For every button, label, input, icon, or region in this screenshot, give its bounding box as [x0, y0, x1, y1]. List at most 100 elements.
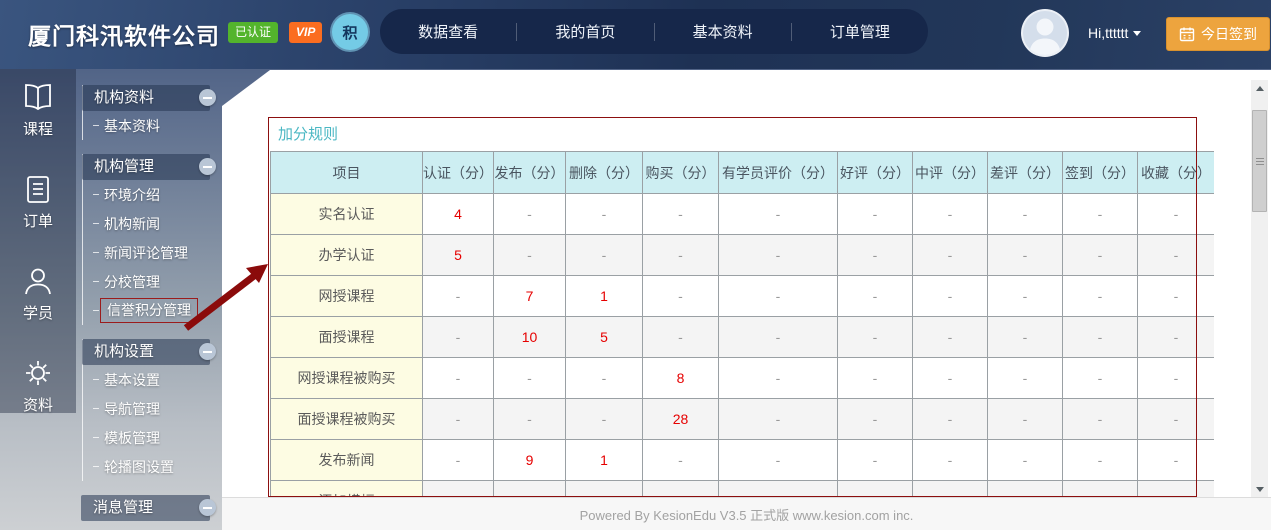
vertical-scrollbar[interactable]	[1251, 80, 1268, 497]
sidebar-item-basic-settings[interactable]: 基本设置	[83, 365, 210, 394]
table-row: 面授课程被购买 - - -28- - - - - -	[270, 398, 1214, 440]
footer-text: Powered By KesionEdu V3.5 正式版 www.kesion…	[579, 507, 914, 523]
table-row: 面授课程 -10 5- - - - - - -	[270, 316, 1214, 358]
chevron-down-icon	[1133, 30, 1142, 36]
collapse-minus-icon[interactable]	[199, 89, 216, 106]
rail-item-label: 课程	[22, 121, 53, 138]
value-cell: -	[642, 439, 719, 481]
value-cell: -	[493, 193, 566, 235]
value-cell: -	[1062, 398, 1138, 440]
sidebar-group-org-info: 机构资料 基本资料	[82, 85, 216, 140]
table-row: 实名认证 4- - - - - - - - -	[270, 193, 1214, 235]
value-cell: -	[422, 480, 494, 497]
rail-item-label: 学员	[22, 305, 53, 322]
value-cell: -	[422, 316, 494, 358]
sidebar-item-nav-manage[interactable]: 导航管理	[83, 394, 210, 423]
value-cell: -	[642, 275, 719, 317]
user-menu[interactable]: Hi,tttttt	[1088, 25, 1142, 41]
value-cell: -	[1062, 357, 1138, 399]
value-cell: -	[837, 316, 913, 358]
verified-badge: 已认证	[228, 22, 279, 43]
scroll-up-button[interactable]	[1251, 80, 1268, 96]
sidebar-group-org-manage: 机构管理 环境介绍 机构新闻 新闻评论管理 分校管理 信誉积分管理	[82, 154, 216, 325]
rail-item-students[interactable]: 学员	[21, 265, 55, 323]
column-header: 收藏（分）	[1137, 151, 1214, 194]
sidebar-item-template-manage[interactable]: 模板管理	[83, 423, 210, 452]
value-cell: -	[837, 398, 913, 440]
value-cell: -	[422, 275, 494, 317]
collapse-minus-icon[interactable]	[199, 343, 216, 360]
value-cell: -	[1137, 275, 1214, 317]
order-icon	[27, 176, 49, 203]
value-cell: 7	[493, 275, 566, 317]
column-header: 中评（分）	[912, 151, 988, 194]
app-window: 加分规则 项目 认证（分） 发布（分） 删除（分） 购买（分） 有学员评价（分） 好评（分）…	[0, 0, 1271, 530]
nav-item-my-home[interactable]: 我的首页	[517, 21, 653, 42]
value-cell: -	[1137, 316, 1214, 358]
nav-item-order-manage[interactable]: 订单管理	[792, 21, 928, 42]
value-cell: -	[718, 275, 838, 317]
score-table: 项目 认证（分） 发布（分） 删除（分） 购买（分） 有学员评价（分） 好评（分） 中评（分）…	[270, 151, 1214, 497]
rail-item-orders[interactable]: 订单	[21, 173, 55, 231]
value-cell: 1	[565, 439, 643, 481]
panel-title: 加分规则	[278, 126, 339, 143]
table-row: 网授课程被购买 - - -8- - - - - -	[270, 357, 1214, 399]
sidebar-group-header[interactable]: 消息管理	[81, 495, 216, 521]
sidebar-group-header[interactable]: 机构设置	[82, 339, 216, 365]
table-row: 办学认证 5- - - - - - - - -	[270, 234, 1214, 276]
triangle-down-icon	[1255, 486, 1264, 492]
value-cell: -	[912, 316, 988, 358]
scroll-down-button[interactable]	[1251, 481, 1268, 497]
value-cell: -	[422, 398, 494, 440]
value-cell: -	[837, 234, 913, 276]
nav-item-data-view[interactable]: 数据查看	[380, 21, 516, 42]
column-header: 购买（分）	[642, 151, 719, 194]
avatar[interactable]	[1021, 9, 1069, 57]
points-icon[interactable]: 积	[332, 14, 368, 50]
value-cell: -	[718, 316, 838, 358]
value-cell: -	[987, 275, 1063, 317]
value-cell: -	[1137, 357, 1214, 399]
value-cell: -	[987, 193, 1063, 235]
collapse-minus-icon[interactable]	[199, 499, 216, 516]
company-title: 厦门科汛软件公司	[28, 23, 220, 49]
value-cell: -	[565, 234, 643, 276]
daily-signin-button[interactable]: 今日签到	[1166, 17, 1270, 51]
value-cell: 5	[422, 234, 494, 276]
value-cell: 9	[493, 439, 566, 481]
scrollbar-thumb[interactable]	[1252, 110, 1267, 212]
row-label-cell: 添加横幅	[270, 480, 423, 497]
row-label-cell: 面授课程被购买	[270, 398, 423, 440]
nav-item-basic-info[interactable]: 基本资料	[655, 21, 791, 42]
sidebar-item-org-news[interactable]: 机构新闻	[83, 209, 210, 238]
value-cell: -	[718, 193, 838, 235]
sidebar-group-header[interactable]: 机构资料	[82, 85, 216, 111]
value-cell: -	[422, 357, 494, 399]
score-table-wrap: 项目 认证（分） 发布（分） 删除（分） 购买（分） 有学员评价（分） 好评（分） 中评（分）…	[270, 151, 1214, 497]
rail-item-courses[interactable]: 课程	[21, 81, 55, 139]
rail-item-label: 资料	[22, 397, 53, 414]
sidebar-item-branch-manage[interactable]: 分校管理	[83, 267, 210, 296]
value-cell: -	[1062, 439, 1138, 481]
value-cell: -	[1062, 193, 1138, 235]
sidebar-item-credit-points[interactable]: 信誉积分管理	[83, 296, 210, 325]
rail-item-label: 订单	[22, 213, 53, 230]
triangle-up-icon	[1255, 85, 1264, 91]
sidebar-item-basic-info[interactable]: 基本资料	[83, 111, 210, 140]
value-cell: -	[718, 357, 838, 399]
sidebar-item-environment[interactable]: 环境介绍	[83, 180, 210, 209]
score-table-body: 实名认证 4- - - - - - - - - 办学认证 5- - - - - - - - - 网授课程 -7 1- - - - -…	[270, 193, 1214, 497]
sidebar-item-carousel-settings[interactable]: 轮播图设置	[83, 452, 210, 481]
value-cell: -	[987, 480, 1063, 497]
vip-badge: VIP	[289, 22, 323, 43]
column-header: 好评（分）	[837, 151, 913, 194]
value-cell: 4	[565, 480, 643, 497]
rail-item-materials[interactable]: 资料	[21, 357, 55, 415]
value-cell: -	[1062, 234, 1138, 276]
collapse-minus-icon[interactable]	[199, 158, 216, 175]
calendar-icon	[1179, 27, 1195, 42]
top-header: 厦门科汛软件公司 已认证 VIP 积 数据查看 我的首页 基本资料 订单管理 H…	[0, 0, 1271, 69]
book-icon	[25, 84, 51, 111]
sidebar-group-header[interactable]: 机构管理	[82, 154, 216, 180]
sidebar-item-news-comments[interactable]: 新闻评论管理	[83, 238, 210, 267]
